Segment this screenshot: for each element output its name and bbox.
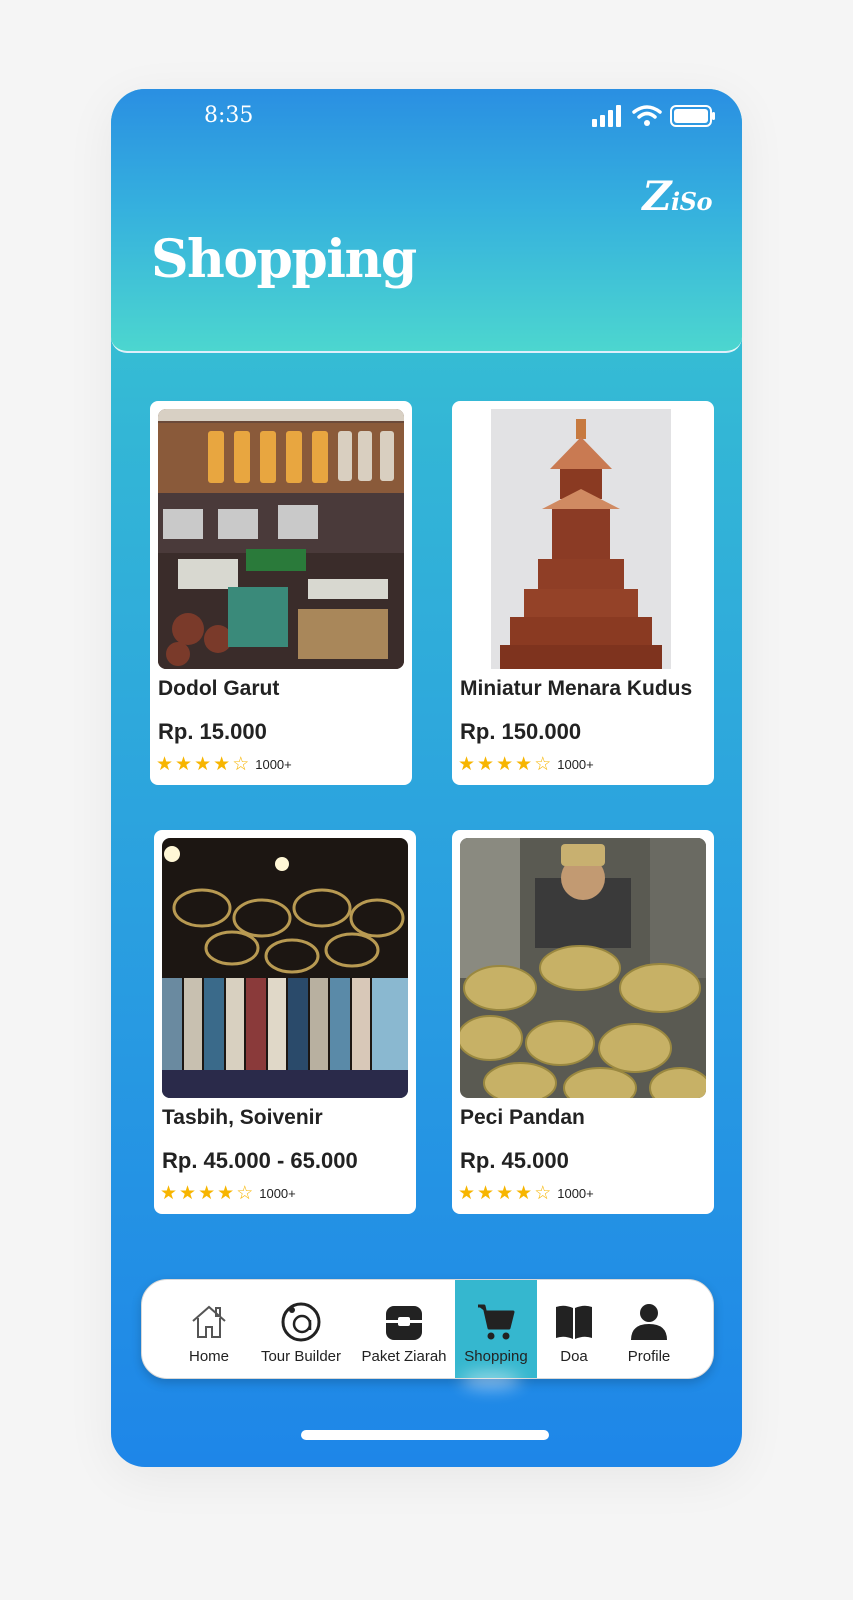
product-price: Rp. 45.000 (460, 1148, 569, 1173)
nav-label: Shopping (464, 1348, 528, 1365)
star-filled-icon: ★ (496, 753, 514, 775)
status-icons (592, 105, 716, 127)
rating-count: 1000+ (557, 1186, 594, 1201)
nav-label: Doa (560, 1348, 588, 1365)
at-sign-icon (281, 1302, 321, 1342)
product-rating: ★ ★ ★ ★ ☆ 1000+ (458, 1184, 594, 1203)
star-filled-icon: ★ (194, 753, 212, 775)
product-card-tasbih-soivenir[interactable]: Tasbih, Soivenir Rp. 45.000 - 65.000 ★ ★… (154, 830, 416, 1214)
product-price: Rp. 15.000 (158, 719, 267, 744)
star-filled-icon: ★ (515, 1182, 533, 1204)
star-filled-icon: ★ (160, 1182, 178, 1204)
cart-icon (478, 1304, 515, 1340)
nav-label: Paket Ziarah (361, 1348, 447, 1365)
rating-count: 1000+ (557, 757, 594, 772)
star-filled-icon: ★ (496, 1182, 514, 1204)
star-filled-icon: ★ (156, 753, 174, 775)
product-rating: ★ ★ ★ ★ ☆ 1000+ (156, 755, 292, 774)
status-time: 8:35 (204, 103, 254, 128)
star-filled-icon: ★ (179, 1182, 197, 1204)
nav-label: Home (188, 1348, 229, 1365)
home-indicator[interactable] (301, 1430, 549, 1440)
product-rating: ★ ★ ★ ★ ☆ 1000+ (458, 755, 594, 774)
nav-item-shopping[interactable]: Shopping (455, 1280, 537, 1378)
rating-count: 1000+ (255, 757, 292, 772)
star-filled-icon: ★ (477, 1182, 495, 1204)
product-card-miniatur-menara-kudus[interactable]: Miniatur Menara Kudus Rp. 150.000 ★ ★ ★ … (452, 401, 714, 785)
star-filled-icon: ★ (458, 753, 476, 775)
home-icon (192, 1305, 226, 1338)
star-empty-icon: ☆ (534, 1182, 552, 1204)
product-price: Rp. 150.000 (460, 719, 582, 744)
signal-icon (592, 105, 621, 127)
phone-frame: 8:35 ZiSo Shopping Dodol Garut Rp. 15.00… (111, 89, 742, 1467)
product-name: Miniatur Menara Kudus (460, 677, 693, 700)
package-icon (386, 1306, 422, 1340)
product-card-peci-pandan[interactable]: Peci Pandan Rp. 45.000 ★ ★ ★ ★ ☆ 1000+ (452, 830, 714, 1214)
battery-icon (670, 105, 715, 127)
nav-item-tour-builder[interactable]: Tour Builder (259, 1280, 343, 1378)
product-rating: ★ ★ ★ ★ ☆ 1000+ (160, 1184, 296, 1203)
nav-item-home[interactable]: Home (168, 1280, 250, 1378)
product-price: Rp. 45.000 - 65.000 (162, 1148, 358, 1173)
book-icon (556, 1305, 592, 1339)
product-card-dodol-garut[interactable]: Dodol Garut Rp. 15.000 ★ ★ ★ ★ ☆ 1000+ (150, 401, 412, 785)
rating-count: 1000+ (259, 1186, 296, 1201)
product-name: Peci Pandan (460, 1106, 585, 1129)
nav-label: Tour Builder (260, 1348, 342, 1365)
star-filled-icon: ★ (515, 753, 533, 775)
product-image (158, 409, 404, 669)
star-empty-icon: ☆ (534, 753, 552, 775)
nav-item-paket-ziarah[interactable]: Paket Ziarah (360, 1280, 448, 1378)
nav-label: Profile (627, 1348, 671, 1365)
star-filled-icon: ★ (213, 753, 231, 775)
ziso-logo: ZiSo (642, 173, 712, 220)
wifi-icon (632, 105, 662, 126)
person-icon (631, 1304, 667, 1340)
active-tab-glow (461, 1371, 521, 1389)
product-image (460, 409, 706, 669)
product-image (460, 838, 706, 1098)
star-empty-icon: ☆ (232, 753, 250, 775)
nav-item-profile[interactable]: Profile (611, 1280, 687, 1378)
star-filled-icon: ★ (198, 1182, 216, 1204)
page-title: Shopping (151, 229, 417, 290)
nav-item-doa[interactable]: Doa (541, 1280, 607, 1378)
star-filled-icon: ★ (458, 1182, 476, 1204)
bottom-nav: Home Tour Builder Paket Ziarah Shopping … (141, 1279, 714, 1379)
star-filled-icon: ★ (217, 1182, 235, 1204)
star-filled-icon: ★ (175, 753, 193, 775)
product-image (162, 838, 408, 1098)
header: 8:35 ZiSo Shopping (111, 89, 742, 353)
star-filled-icon: ★ (477, 753, 495, 775)
product-name: Tasbih, Soivenir (162, 1106, 323, 1129)
star-empty-icon: ☆ (236, 1182, 254, 1204)
product-name: Dodol Garut (158, 677, 280, 700)
